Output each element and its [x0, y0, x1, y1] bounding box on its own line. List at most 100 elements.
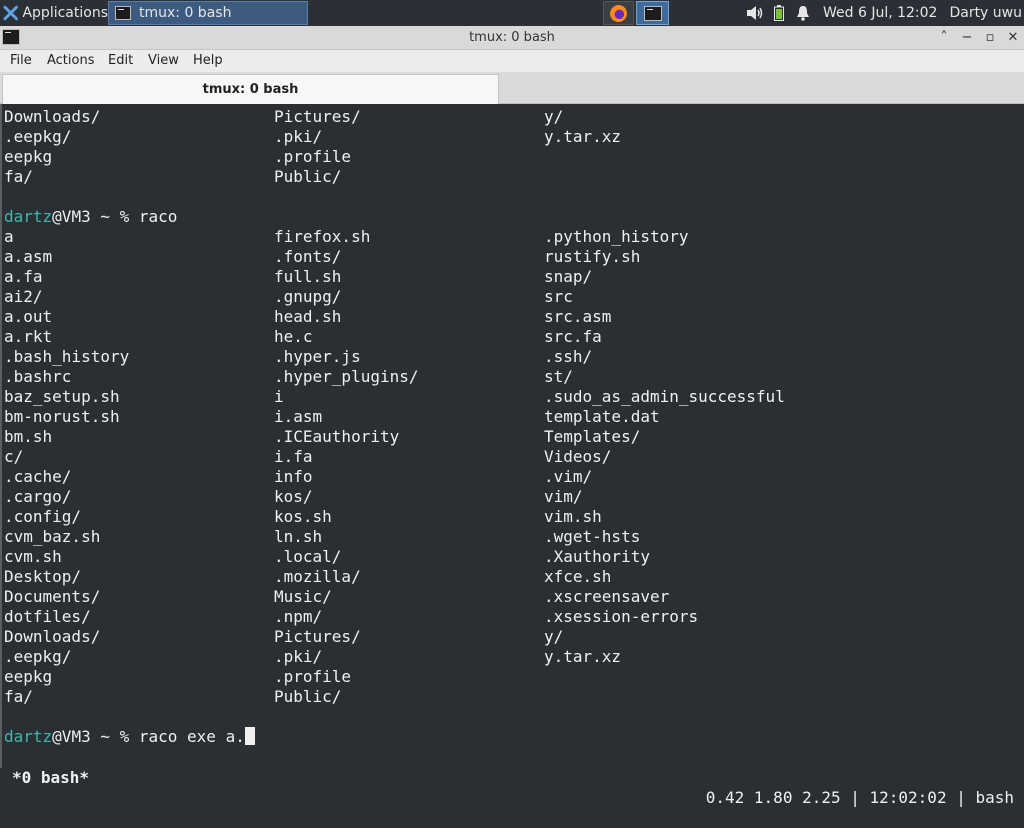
- file-entry: cvm_baz.sh: [4, 527, 101, 546]
- terminal-launcher[interactable]: [636, 1, 669, 25]
- file-entry: fa/: [4, 167, 33, 186]
- file-entry: vim.sh: [544, 507, 602, 526]
- file-entry: .profile: [274, 667, 352, 686]
- file-entry: eepkg: [4, 667, 53, 686]
- file-entry: firefox.sh: [274, 227, 371, 246]
- file-entry: vim/: [544, 487, 583, 506]
- text-cursor: [244, 727, 255, 745]
- prompt-command: @VM3 ~ % raco: [52, 207, 178, 226]
- tmux-status-bar: *0 bash* 0.42 1.80 2.25 | 12:02:02 | bas…: [2, 748, 1022, 807]
- top-panel: Applications tmux: 0 bash Wed 6 Jul, 12:…: [0, 0, 1024, 26]
- file-entry: a: [4, 227, 14, 246]
- file-entry: ai2/: [4, 287, 43, 306]
- file-entry: bm-norust.sh: [4, 407, 120, 426]
- file-entry: .gnupg/: [274, 287, 342, 306]
- firefox-icon: [610, 4, 627, 22]
- menu-file[interactable]: File: [10, 53, 32, 68]
- notification-bell-icon[interactable]: [796, 5, 810, 21]
- firefox-launcher[interactable]: [603, 1, 634, 25]
- file-entry: .pki/: [274, 127, 323, 146]
- file-entry: .Xauthority: [544, 547, 650, 566]
- file-entry: .profile: [274, 147, 352, 166]
- file-entry: .pki/: [274, 647, 323, 666]
- file-entry: a.out: [4, 307, 53, 326]
- file-entry: .config/: [4, 507, 82, 526]
- file-entry: Pictures/: [274, 627, 361, 646]
- file-entry: .sudo_as_admin_successful: [544, 387, 785, 406]
- tab-bar: tmux: 0 bash: [0, 72, 1024, 104]
- file-entry: c/: [4, 447, 24, 466]
- file-entry: .vim/: [544, 467, 593, 486]
- file-entry: a.fa: [4, 267, 43, 286]
- window-minimize-button[interactable]: −: [958, 29, 976, 47]
- window-title: tmux: 0 bash: [469, 30, 555, 45]
- prompt-user: dartz: [4, 727, 53, 746]
- file-entry: src: [544, 287, 573, 306]
- file-entry: i.fa: [274, 447, 313, 466]
- file-entry: .cache/: [4, 467, 72, 486]
- file-entry: .bashrc: [4, 367, 72, 386]
- file-entry: src.asm: [544, 307, 612, 326]
- file-entry: Music/: [274, 587, 332, 606]
- menu-edit[interactable]: Edit: [108, 53, 133, 68]
- file-entry: Public/: [274, 167, 342, 186]
- file-entry: Public/: [274, 687, 342, 706]
- file-entry: Pictures/: [274, 107, 361, 126]
- system-tray: Wed 6 Jul, 12:02 Darty uwu: [746, 0, 1024, 26]
- prompt-command: @VM3 ~ % raco exe a.: [52, 727, 245, 746]
- file-entry: rustify.sh: [544, 247, 641, 266]
- applications-menu-button[interactable]: Applications: [0, 0, 108, 26]
- file-entry: y.tar.xz: [544, 647, 622, 666]
- battery-icon[interactable]: [773, 5, 784, 21]
- menu-view[interactable]: View: [148, 53, 179, 68]
- window-maximize-button[interactable]: ▫: [981, 29, 999, 47]
- file-entry: Downloads/: [4, 627, 101, 646]
- file-entry: Videos/: [544, 447, 612, 466]
- file-entry: baz_setup.sh: [4, 387, 120, 406]
- file-entry: .hyper.js: [274, 347, 361, 366]
- applications-label: Applications: [22, 5, 108, 21]
- file-entry: i.asm: [274, 407, 323, 426]
- file-entry: .xsession-errors: [544, 607, 699, 626]
- taskbar-window-button[interactable]: tmux: 0 bash: [108, 1, 308, 25]
- terminal-output[interactable]: Downloads/Pictures/y/ .eepkg/ .pki/y.tar.x…: [0, 104, 1024, 807]
- file-entry: ln.sh: [274, 527, 323, 546]
- file-entry: head.sh: [274, 307, 342, 326]
- file-entry: template.dat: [544, 407, 660, 426]
- file-entry: .cargo/: [4, 487, 72, 506]
- file-entry: .xscreensaver: [544, 587, 670, 606]
- file-entry: Downloads/: [4, 107, 101, 126]
- file-entry: dotfiles/: [4, 607, 91, 626]
- xfce-logo-icon: [3, 5, 18, 21]
- tmux-window-list[interactable]: *0 bash*: [12, 768, 89, 788]
- file-entry: snap/: [544, 267, 593, 286]
- window-close-button[interactable]: ✕: [1004, 29, 1022, 47]
- shell-prompt-line: dartz@VM3 ~ % raco exe a.: [4, 727, 255, 747]
- window-shade-button[interactable]: ˄: [935, 29, 953, 47]
- tab-tmux[interactable]: tmux: 0 bash: [2, 74, 499, 104]
- file-entry: Documents/: [4, 587, 101, 606]
- file-entry: .mozilla/: [274, 567, 361, 586]
- user-menu[interactable]: Darty uwu: [949, 5, 1022, 21]
- clock[interactable]: Wed 6 Jul, 12:02: [823, 5, 937, 21]
- file-entry: src.fa: [544, 327, 602, 346]
- volume-icon[interactable]: [746, 5, 764, 21]
- tmux-status-info: 0.42 1.80 2.25 | 12:02:02 | bash: [705, 788, 1014, 807]
- file-entry: a.asm: [4, 247, 53, 266]
- file-entry: i: [274, 387, 284, 406]
- file-entry: .npm/: [274, 607, 323, 626]
- file-entry: .ICEauthority: [274, 427, 400, 446]
- file-entry: Templates/: [544, 427, 641, 446]
- file-entry: cvm.sh: [4, 547, 62, 566]
- file-entry: .local/: [274, 547, 342, 566]
- menu-actions[interactable]: Actions: [47, 53, 95, 68]
- file-entry: bm.sh: [4, 427, 53, 446]
- file-entry: .eepkg/: [4, 647, 72, 666]
- menu-help[interactable]: Help: [193, 53, 223, 68]
- file-entry: y/: [544, 627, 564, 646]
- prompt-user: dartz: [4, 207, 53, 226]
- window-titlebar[interactable]: tmux: 0 bash ˄ − ▫ ✕: [0, 26, 1024, 50]
- file-entry: y.tar.xz: [544, 127, 622, 146]
- file-entry: full.sh: [274, 267, 342, 286]
- file-entry: kos.sh: [274, 507, 332, 526]
